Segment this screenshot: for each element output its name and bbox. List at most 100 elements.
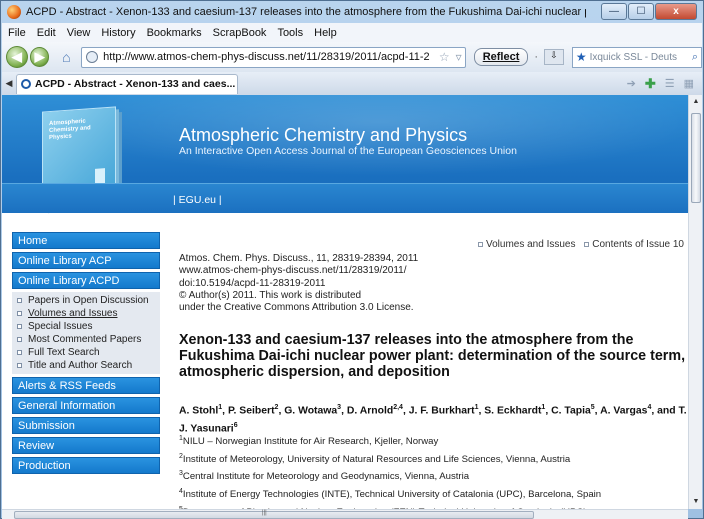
subnav-item-label: Papers in Open Discussion [28,295,149,306]
nav-submission[interactable]: Submission [12,417,160,434]
search-engine-icon[interactable]: ★ [576,50,587,64]
citation-line: www.atmos-chem-phys-discuss.net/11/28319… [179,265,407,277]
close-button[interactable]: x [655,3,697,20]
citation-line: under the Creative Commons Attribution 3… [179,302,414,314]
tab-bar: ◀ ACPD - Abstract - Xenon-133 and caes..… [2,72,702,95]
extension-icon[interactable]: ⇩ [544,49,564,65]
author-name[interactable]: P. Seibert [228,405,275,416]
horizontal-scroll-thumb[interactable] [14,511,534,519]
author-name[interactable]: C. Tapia [551,405,591,416]
reflect-button[interactable]: Reflect [473,48,529,66]
window-title: ACPD - Abstract - Xenon-133 and caesium-… [26,6,586,18]
scroll-down-icon[interactable]: ▼ [689,495,703,509]
nav-production[interactable]: Production [12,457,160,474]
square-bullet-icon [584,242,590,247]
contents-of-issue-link[interactable]: Contents of Issue 10 [592,239,684,250]
top-links: Volumes and Issues Contents of Issue 10 [472,239,684,250]
author-name[interactable]: A. Vargas [600,405,647,416]
author-name[interactable]: S. Eckhardt [484,405,541,416]
affiliation-text: NILU – Norwegian Institute for Air Resea… [182,436,439,448]
affiliation-text: Institute of Meteorology, University of … [182,453,571,465]
article-title: Xenon-133 and caesium-137 releases into … [179,332,686,380]
tab-scroll-left-icon[interactable]: ◀ [2,78,16,89]
menu-item-bookmarks[interactable]: Bookmarks [147,27,202,39]
citation-line: doi:10.5194/acpd-11-28319-2011 [179,277,326,289]
window-controls: — ☐ x [600,3,697,20]
horizontal-scrollbar[interactable]: ||| [2,509,688,519]
browser-window: ACPD - Abstract - Xenon-133 and caesium-… [0,0,704,519]
subnav-item[interactable]: Special Issues [12,320,160,333]
forward-button[interactable]: ▶ [29,47,50,67]
subnav-item[interactable]: Most Commented Papers [12,333,160,346]
bookmark-star-icon[interactable]: ☆ [439,50,450,64]
menu-item-history[interactable]: History [101,27,135,39]
search-box[interactable]: ★ Ixquick SSL - Deuts ⌕ [571,46,703,68]
nav-review[interactable]: Review [12,437,160,454]
author-affiliation-number: 4 [647,404,652,411]
subnav-item[interactable]: Volumes and Issues [12,307,160,320]
journal-banner: Atmospheric Chemistry and Physics Atmosp… [2,95,688,213]
subnav-item[interactable]: Title and Author Search [12,359,160,372]
menu-item-help[interactable]: Help [314,27,337,39]
minimize-button[interactable]: — [601,3,627,20]
left-navigation: Home Online Library ACP Online Library ACP… [12,232,160,477]
nav-online-library-acp[interactable]: Online Library ACP [12,252,160,269]
subnav-item[interactable]: Full Text Search [12,346,160,359]
acpd-subnav: Papers in Open Discussion Volumes and Iss… [12,292,160,374]
affiliation-text: Institute of Energy Technologies (INTE),… [182,489,602,501]
scroll-up-icon[interactable]: ▲ [689,95,703,109]
author-name[interactable]: G. Wotawa [284,405,337,416]
search-placeholder[interactable]: Ixquick SSL - Deuts [590,52,689,63]
author-name[interactable]: D. Arnold [347,405,393,416]
tab-bar-tools: ➔ ✚ ☰ ▦ [618,76,694,92]
nav-general-information[interactable]: General Information [12,397,160,414]
nav-online-library-acpd[interactable]: Online Library ACPD [12,272,160,289]
menu-bar: File Edit View History Bookmarks ScrapBook Too… [2,23,702,42]
subnav-item-label: Full Text Search [28,347,100,358]
subnav-item[interactable]: Papers in Open Discussion [12,294,160,307]
square-bullet-icon [17,350,22,355]
egu-link[interactable]: | EGU.eu | [173,194,222,206]
cover-title: Atmospheric Chemistry and Physics [49,118,91,142]
tab-active[interactable]: ACPD - Abstract - Xenon-133 and caes... [16,73,238,94]
affiliation: 3Central Institute for Meteorology and G… [179,467,687,485]
home-icon[interactable]: ⌂ [55,47,77,67]
tab-label: ACPD - Abstract - Xenon-133 and caes... [35,78,236,90]
affiliation-text: Central Institute for Meteorology and Ge… [182,471,470,483]
vertical-scrollbar[interactable]: ▲ ▼ [688,95,702,509]
menu-item-view[interactable]: View [67,27,91,39]
author-name[interactable]: J. F. Burkhart [409,405,475,416]
tab-arrow-icon[interactable]: ➔ [627,77,636,90]
list-icon[interactable]: ☰ [665,77,675,90]
citation-block: Atmos. Chem. Phys. Discuss., 11, 28319-2… [179,253,418,314]
square-bullet-icon [17,324,22,329]
url-text[interactable]: http://www.atmos-chem-phys-discuss.net/1… [103,51,436,63]
nav-home[interactable]: Home [12,232,160,249]
nav-alerts-rss-feeds[interactable]: Alerts & RSS Feeds [12,377,160,394]
author-affiliation-number: 1 [218,404,223,411]
title-bar: ACPD - Abstract - Xenon-133 and caesium-… [1,1,703,23]
back-button[interactable]: ◀ [6,46,28,68]
square-bullet-icon [17,311,22,316]
author-name[interactable]: A. Stohl [179,405,218,416]
search-icon[interactable]: ⌕ [692,51,698,64]
subnav-item-label: Special Issues [28,321,93,332]
menu-item-file[interactable]: File [8,27,26,39]
dropdown-arrow-icon[interactable]: ▿ [456,50,462,64]
add-on-plus-icon[interactable]: ✚ [645,76,656,92]
square-bullet-icon [17,337,22,342]
square-bullet-icon [477,242,483,247]
journal-subtitle: An Interactive Open Access Journal of th… [179,145,517,157]
menu-item-tools[interactable]: Tools [277,27,303,39]
volumes-and-issues-link[interactable]: Volumes and Issues [486,239,576,250]
grid-icon[interactable]: ▦ [684,77,694,90]
maximize-button[interactable]: ☐ [628,3,654,20]
globe-icon [86,51,99,63]
affiliation: 1NILU – Norwegian Institute for Air Rese… [179,432,687,450]
menu-item-edit[interactable]: Edit [37,27,56,39]
menu-item-scrapbook[interactable]: ScrapBook [213,27,267,39]
page-viewport: Atmospheric Chemistry and Physics Atmosp… [2,95,688,509]
square-bullet-icon [17,363,22,368]
vertical-scroll-thumb[interactable] [691,113,701,203]
url-bar[interactable]: http://www.atmos-chem-phys-discuss.net/1… [81,46,466,68]
